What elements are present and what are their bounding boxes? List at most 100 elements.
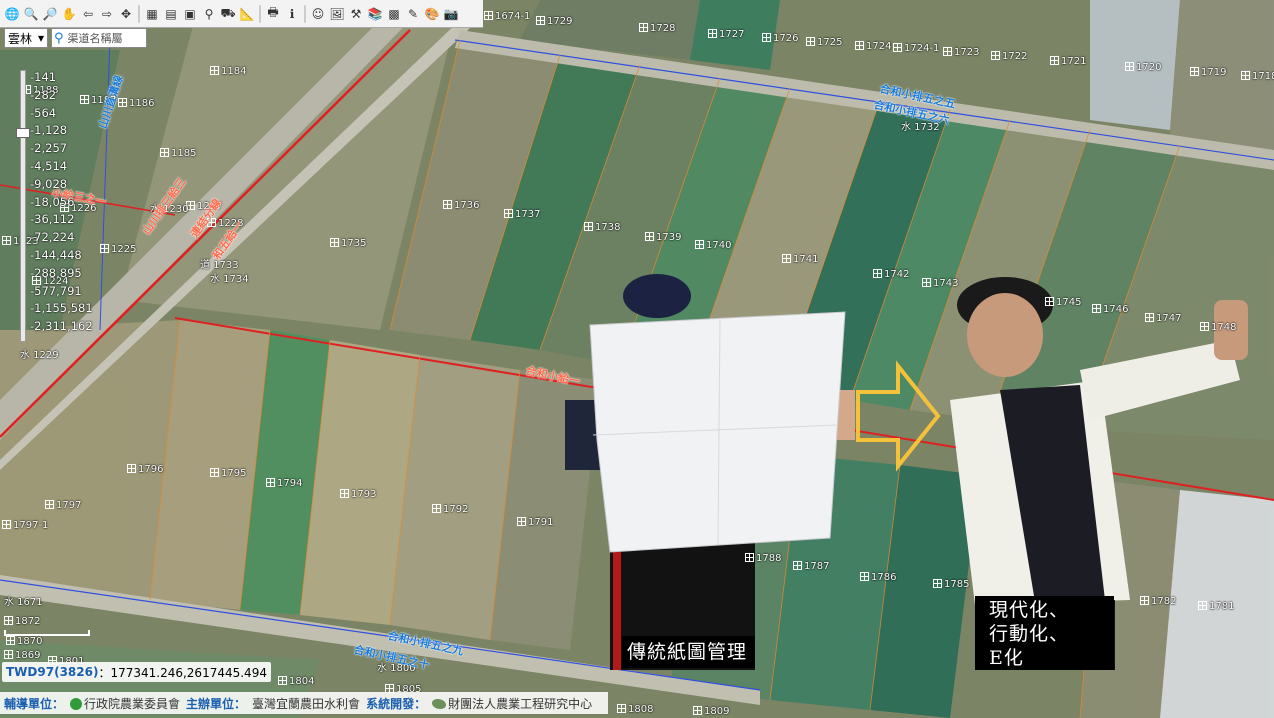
pan-hand-icon[interactable]: ✋ (60, 5, 78, 23)
parcel-label[interactable]: 1748 (1200, 322, 1236, 333)
zoom-in-icon[interactable]: 🔍 (22, 5, 40, 23)
user-icon[interactable]: ☺ (309, 5, 327, 23)
parcel-label[interactable]: 1786 (860, 572, 896, 583)
parcel-label[interactable]: 1727 (708, 29, 744, 40)
parcel-label[interactable]: 1184 (210, 66, 246, 77)
parcel-label[interactable]: 1743 (922, 278, 958, 289)
parcel-label[interactable]: 1785 (933, 579, 969, 590)
measure-icon[interactable]: 📐 (238, 5, 256, 23)
aerc-logo-icon (432, 698, 447, 709)
zoom-level-label[interactable]: -288,895 (30, 266, 82, 280)
parcel-label[interactable]: 1791 (517, 517, 553, 528)
zoom-level-label[interactable]: -18,056 (30, 195, 74, 209)
zoom-level-label[interactable]: -9,028 (30, 177, 67, 191)
parcel-label[interactable]: 1869 (4, 650, 40, 661)
box-icon[interactable]: ▩ (385, 5, 403, 23)
zoom-level-label[interactable]: -36,112 (30, 212, 74, 226)
parcel-label[interactable]: 1788 (745, 553, 781, 564)
parcel-label[interactable]: 1725 (806, 37, 842, 48)
parcel-label[interactable]: 1724-1 (893, 43, 939, 54)
parcel-label[interactable]: 1726 (762, 33, 798, 44)
parcel-label[interactable]: 1741 (782, 254, 818, 265)
parcel-label[interactable]: 1723 (943, 47, 979, 58)
zoom-level-label[interactable]: -2,311,162 (30, 319, 93, 333)
palette-icon[interactable]: 🎨 (423, 5, 441, 23)
magnifier-icon: ⚲ (54, 30, 64, 46)
zoom-level-label[interactable]: -564 (30, 106, 56, 120)
parcel-label[interactable]: 1793 (340, 489, 376, 500)
parcel-label[interactable]: 1809 (693, 706, 729, 717)
pencil-icon[interactable]: ✎ (404, 5, 422, 23)
parcel-label[interactable]: 1794 (266, 478, 302, 489)
zoom-level-label[interactable]: -72,224 (30, 230, 74, 244)
county-select[interactable]: 雲林 ▾ (4, 28, 48, 48)
worker-icon[interactable]: ⚒ (347, 5, 365, 23)
parcel-label[interactable]: 1792 (432, 504, 468, 515)
parcel-label[interactable]: 1225 (100, 244, 136, 255)
parcel-label[interactable]: 1735 (330, 238, 366, 249)
parcel-label[interactable]: 1718 (1241, 71, 1274, 82)
parcel-label[interactable]: 1781 (1198, 601, 1234, 612)
parcel-label[interactable]: 1728 (639, 23, 675, 34)
parcel-label[interactable]: 1186 (118, 98, 154, 109)
zoom-level-label[interactable]: -1,155,581 (30, 301, 93, 315)
canal-search-button[interactable]: ⚲ 渠道名稱屬 (51, 28, 147, 48)
parcel-label[interactable]: 1739 (645, 232, 681, 243)
parcel-label[interactable]: 1872 (4, 616, 40, 627)
back-arrow-icon[interactable]: ⇦ (79, 5, 97, 23)
zoom-level-label[interactable]: -282 (30, 88, 56, 102)
parcel-label[interactable]: 1796 (127, 464, 163, 475)
camera-icon[interactable]: 📷 (442, 5, 460, 23)
parcel-label[interactable]: 1742 (873, 269, 909, 280)
car-icon[interactable]: ⛟ (219, 5, 237, 23)
parcel-label[interactable]: 1724 (855, 41, 891, 52)
parcel-label[interactable]: 1797 (45, 500, 81, 511)
zoom-level-label[interactable]: -2,257 (30, 141, 67, 155)
full-extent-icon[interactable]: ✥ (117, 5, 135, 23)
parcel-label[interactable]: 1795 (210, 468, 246, 479)
water-parcel-label[interactable]: 水 1734 (210, 270, 249, 285)
forward-arrow-icon[interactable]: ⇨ (98, 5, 116, 23)
parcel-label[interactable]: 1797-1 (2, 520, 48, 531)
parcel-label[interactable]: 1185 (160, 148, 196, 159)
parcel-label[interactable]: 1737 (504, 209, 540, 220)
parcel-label[interactable]: 1747 (1145, 313, 1181, 324)
locate-icon[interactable]: ⚲ (200, 5, 218, 23)
parcel-label[interactable]: 1782 (1140, 596, 1176, 607)
print-icon[interactable]: 🖶 (264, 5, 282, 23)
parcel-label[interactable]: 1720 (1125, 62, 1161, 73)
parcel-number: 1795 (221, 468, 247, 479)
zoom-level-label[interactable]: -1,128 (30, 123, 67, 137)
zoom-level-label[interactable]: -141 (30, 70, 56, 84)
parcel-label[interactable]: 1738 (584, 222, 620, 233)
water-parcel-label[interactable]: 水 1671 (4, 593, 43, 608)
zoom-level-label[interactable]: -144,448 (30, 248, 82, 262)
image-map-icon[interactable]: ▣ (181, 5, 199, 23)
photo-icon[interactable]: 🖼 (328, 5, 346, 23)
parcel-label[interactable]: 1808 (617, 704, 653, 715)
parcel-label[interactable]: 1787 (793, 561, 829, 572)
parcel-label[interactable]: 1729 (536, 16, 572, 27)
parcel-label[interactable]: 1719 (1190, 67, 1226, 78)
zoom-out-icon[interactable]: 🔎 (41, 5, 59, 23)
parcel-grid-icon (693, 706, 702, 715)
parcel-label[interactable]: 1740 (695, 240, 731, 251)
basemap-icon[interactable]: ▤ (162, 5, 180, 23)
parcel-label[interactable]: 1804 (278, 676, 314, 687)
zoom-level-label[interactable]: -577,791 (30, 284, 82, 298)
zoom-track[interactable] (20, 70, 26, 342)
layers-icon[interactable]: ▦ (143, 5, 161, 23)
parcel-label[interactable]: 1674-1 (484, 11, 530, 22)
parcel-label[interactable]: 1745 (1045, 297, 1081, 308)
parcel-label[interactable]: 1746 (1092, 304, 1128, 315)
parcel-number: 1869 (15, 650, 41, 661)
parcel-label[interactable]: 1870 (6, 636, 42, 647)
book-icon[interactable]: 📚 (366, 5, 384, 23)
parcel-label[interactable]: 1736 (443, 200, 479, 211)
globe-icon[interactable]: 🌐 (3, 5, 21, 23)
parcel-label[interactable]: 1722 (991, 51, 1027, 62)
zoom-thumb[interactable] (16, 128, 30, 138)
zoom-level-label[interactable]: -4,514 (30, 159, 67, 173)
parcel-label[interactable]: 1721 (1050, 56, 1086, 67)
info-icon[interactable]: ℹ (283, 5, 301, 23)
